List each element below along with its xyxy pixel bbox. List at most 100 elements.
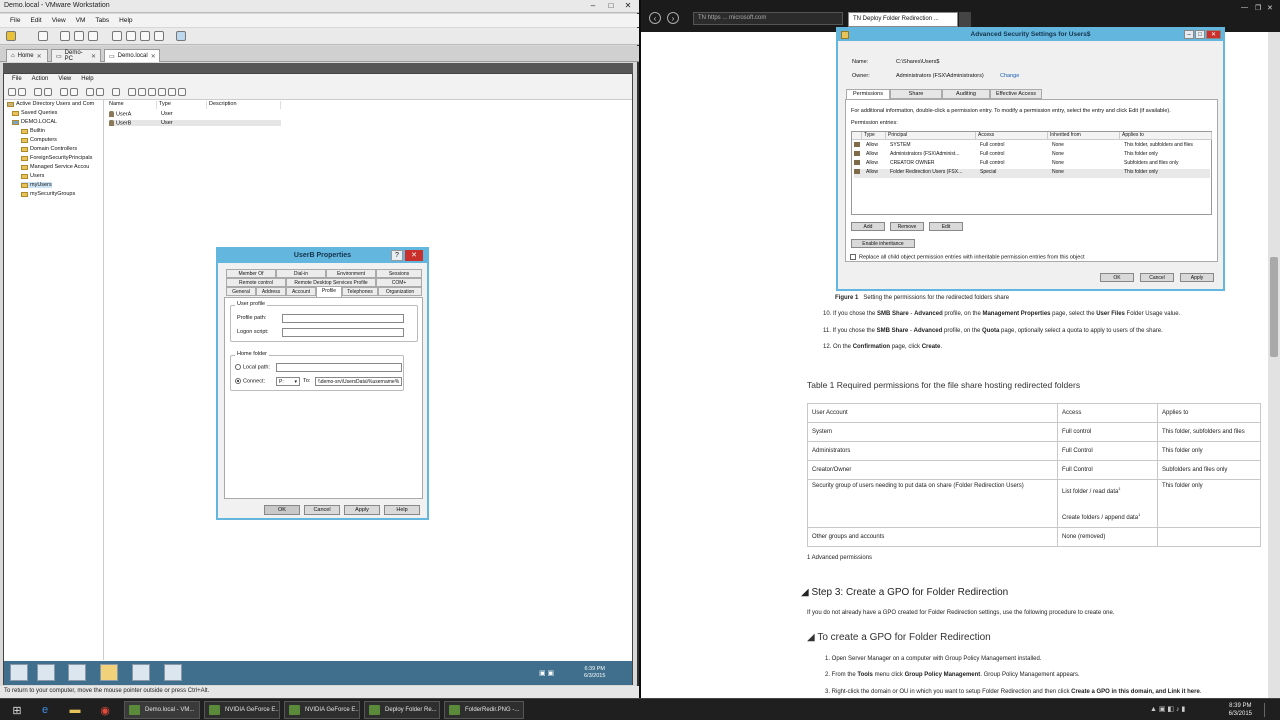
close-icon[interactable]: ✕ [620,1,636,11]
tab-demo-local[interactable]: ▭ Demo.local ✕ [104,49,160,62]
server-manager-icon[interactable] [37,664,55,681]
new-tab-button[interactable] [959,12,971,27]
windows-start-icon[interactable]: ⊞ [6,701,28,719]
menu-tabs[interactable]: Tabs [95,17,109,24]
export-icon[interactable] [86,88,94,96]
minimize-icon[interactable]: — [1241,4,1248,11]
send-keys-icon[interactable] [38,31,48,41]
minimize-icon[interactable]: – [585,1,601,11]
file-explorer-icon[interactable] [100,664,118,681]
local-path-option[interactable]: Local path: [235,364,270,370]
connect-radio[interactable] [235,378,241,384]
up-icon[interactable] [34,88,42,96]
back-icon[interactable] [8,88,16,96]
drive-letter-select[interactable]: P: ▾ [276,377,300,386]
tab-com-plus[interactable]: COM+ [376,278,422,287]
menu-view[interactable]: View [52,17,66,24]
power-icon[interactable] [6,31,16,41]
add-to-group-icon[interactable] [178,88,186,96]
menu-vm[interactable]: VM [76,17,86,24]
list-item[interactable]: UserB User [109,120,281,127]
tab-account[interactable]: Account [286,287,316,296]
forward-icon[interactable] [18,88,26,96]
list-item[interactable]: UserA User [109,111,279,117]
powershell-icon[interactable] [68,664,86,681]
tree-item-myusers[interactable]: myUsers [21,182,52,188]
menu-file[interactable]: File [10,17,20,24]
snapshot-manager-icon[interactable] [88,31,98,41]
taskbar-app-vmware[interactable]: Demo.local - VM... [124,701,200,719]
tree-item-users[interactable]: Users [21,173,44,179]
step-3-heading[interactable]: ◢ Step 3: Create a GPO for Folder Redire… [801,587,1008,598]
page-scrollbar[interactable] [1268,32,1280,698]
tree-icon[interactable] [44,88,52,96]
tab-general[interactable]: General [226,287,256,296]
cancel-button[interactable]: Cancel [304,505,340,515]
refresh-icon[interactable] [96,88,104,96]
help-button[interactable]: Help [384,505,420,515]
tab-telephones[interactable]: Telephones [342,287,378,296]
tree-item-foreign-security[interactable]: ForeignSecurityPrincipals [21,155,92,161]
restore-icon[interactable]: ❐ [1255,4,1261,12]
browser-tab-active[interactable]: TN Deploy Folder Redirection ... [848,12,958,27]
show-desktop-button[interactable] [1264,703,1274,717]
find-icon[interactable] [168,88,176,96]
close-tab-icon[interactable]: ✕ [37,53,42,60]
file-explorer-icon[interactable]: ▬ [64,701,86,719]
taskbar-app-nvidia-2[interactable]: NVIDIA GeForce E... [284,701,360,719]
properties-icon[interactable] [60,88,68,96]
tree-item-mysecuritygroups[interactable]: mySecurityGroups [21,191,75,197]
aduc-menu-help[interactable]: Help [81,76,93,83]
new-user-icon[interactable] [128,88,136,96]
tree-item-domain-controllers[interactable]: Domain Controllers [21,146,77,152]
taskbar-app-image[interactable]: FolderRedir.PNG -... [444,701,524,719]
column-header-name[interactable]: Name [107,101,157,109]
tab-environment[interactable]: Environment [326,269,376,278]
tree-item-builtin[interactable]: Builtin [21,128,45,134]
close-icon[interactable]: ✕ [405,250,423,261]
tab-organization[interactable]: Organization [378,287,422,296]
tab-profile[interactable]: Profile [316,286,342,297]
column-header-type[interactable]: Type [157,101,207,109]
tree-item-computers[interactable]: Computers [21,137,57,143]
internet-explorer-icon[interactable]: e [34,701,56,719]
home-folder-path-input[interactable]: \\demo-srv\UsersData\%username% [315,377,402,386]
aduc-app-icon[interactable] [132,664,150,681]
help-icon[interactable] [112,88,120,96]
new-ou-icon[interactable] [148,88,156,96]
tab-member-of[interactable]: Member Of [226,269,276,278]
tree-item-root[interactable]: Active Directory Users and Com [7,101,94,107]
menu-help[interactable]: Help [119,17,132,24]
tab-dial-in[interactable]: Dial-in [276,269,326,278]
tab-remote-control[interactable]: Remote control [226,278,286,287]
delete-icon[interactable] [70,88,78,96]
maximize-icon[interactable]: □ [603,1,619,11]
console-view-icon[interactable] [140,31,150,41]
network-icon[interactable]: ▣ ▣ [539,669,554,677]
taskbar-app-nvidia-1[interactable]: NVIDIA GeForce E... [204,701,280,719]
collapse-triangle-icon[interactable]: ◢ [801,587,809,598]
close-tab-icon[interactable]: ✕ [91,53,96,60]
revert-snapshot-icon[interactable] [74,31,84,41]
help-icon[interactable]: ? [391,250,403,261]
profile-path-input[interactable] [282,314,404,323]
chrome-icon[interactable]: ◉ [94,701,116,719]
menu-edit[interactable]: Edit [30,17,41,24]
taskbar-app-browser[interactable]: Deploy Folder Re... [364,701,440,719]
forward-icon[interactable]: › [667,12,679,24]
tree-item-domain[interactable]: DEMO.LOCAL [12,119,57,125]
logon-script-input[interactable] [282,328,404,337]
sidebar-toggle-icon[interactable] [112,31,122,41]
ok-button[interactable]: OK [264,505,300,515]
fullscreen-icon[interactable] [154,31,164,41]
close-tab-icon[interactable]: ✕ [151,53,156,60]
collapse-triangle-icon[interactable]: ◢ [807,632,815,643]
notepad-icon[interactable] [164,664,182,681]
tree-item-managed-service[interactable]: Managed Service Accou [21,164,89,170]
aduc-menu-action[interactable]: Action [32,76,49,83]
new-group-icon[interactable] [138,88,146,96]
guest-clock[interactable]: 6:39 PM 6/3/2015 [584,666,605,680]
tab-sessions[interactable]: Sessions [376,269,422,278]
scrollbar-thumb[interactable] [1270,257,1278,357]
aduc-menu-view[interactable]: View [58,76,71,83]
